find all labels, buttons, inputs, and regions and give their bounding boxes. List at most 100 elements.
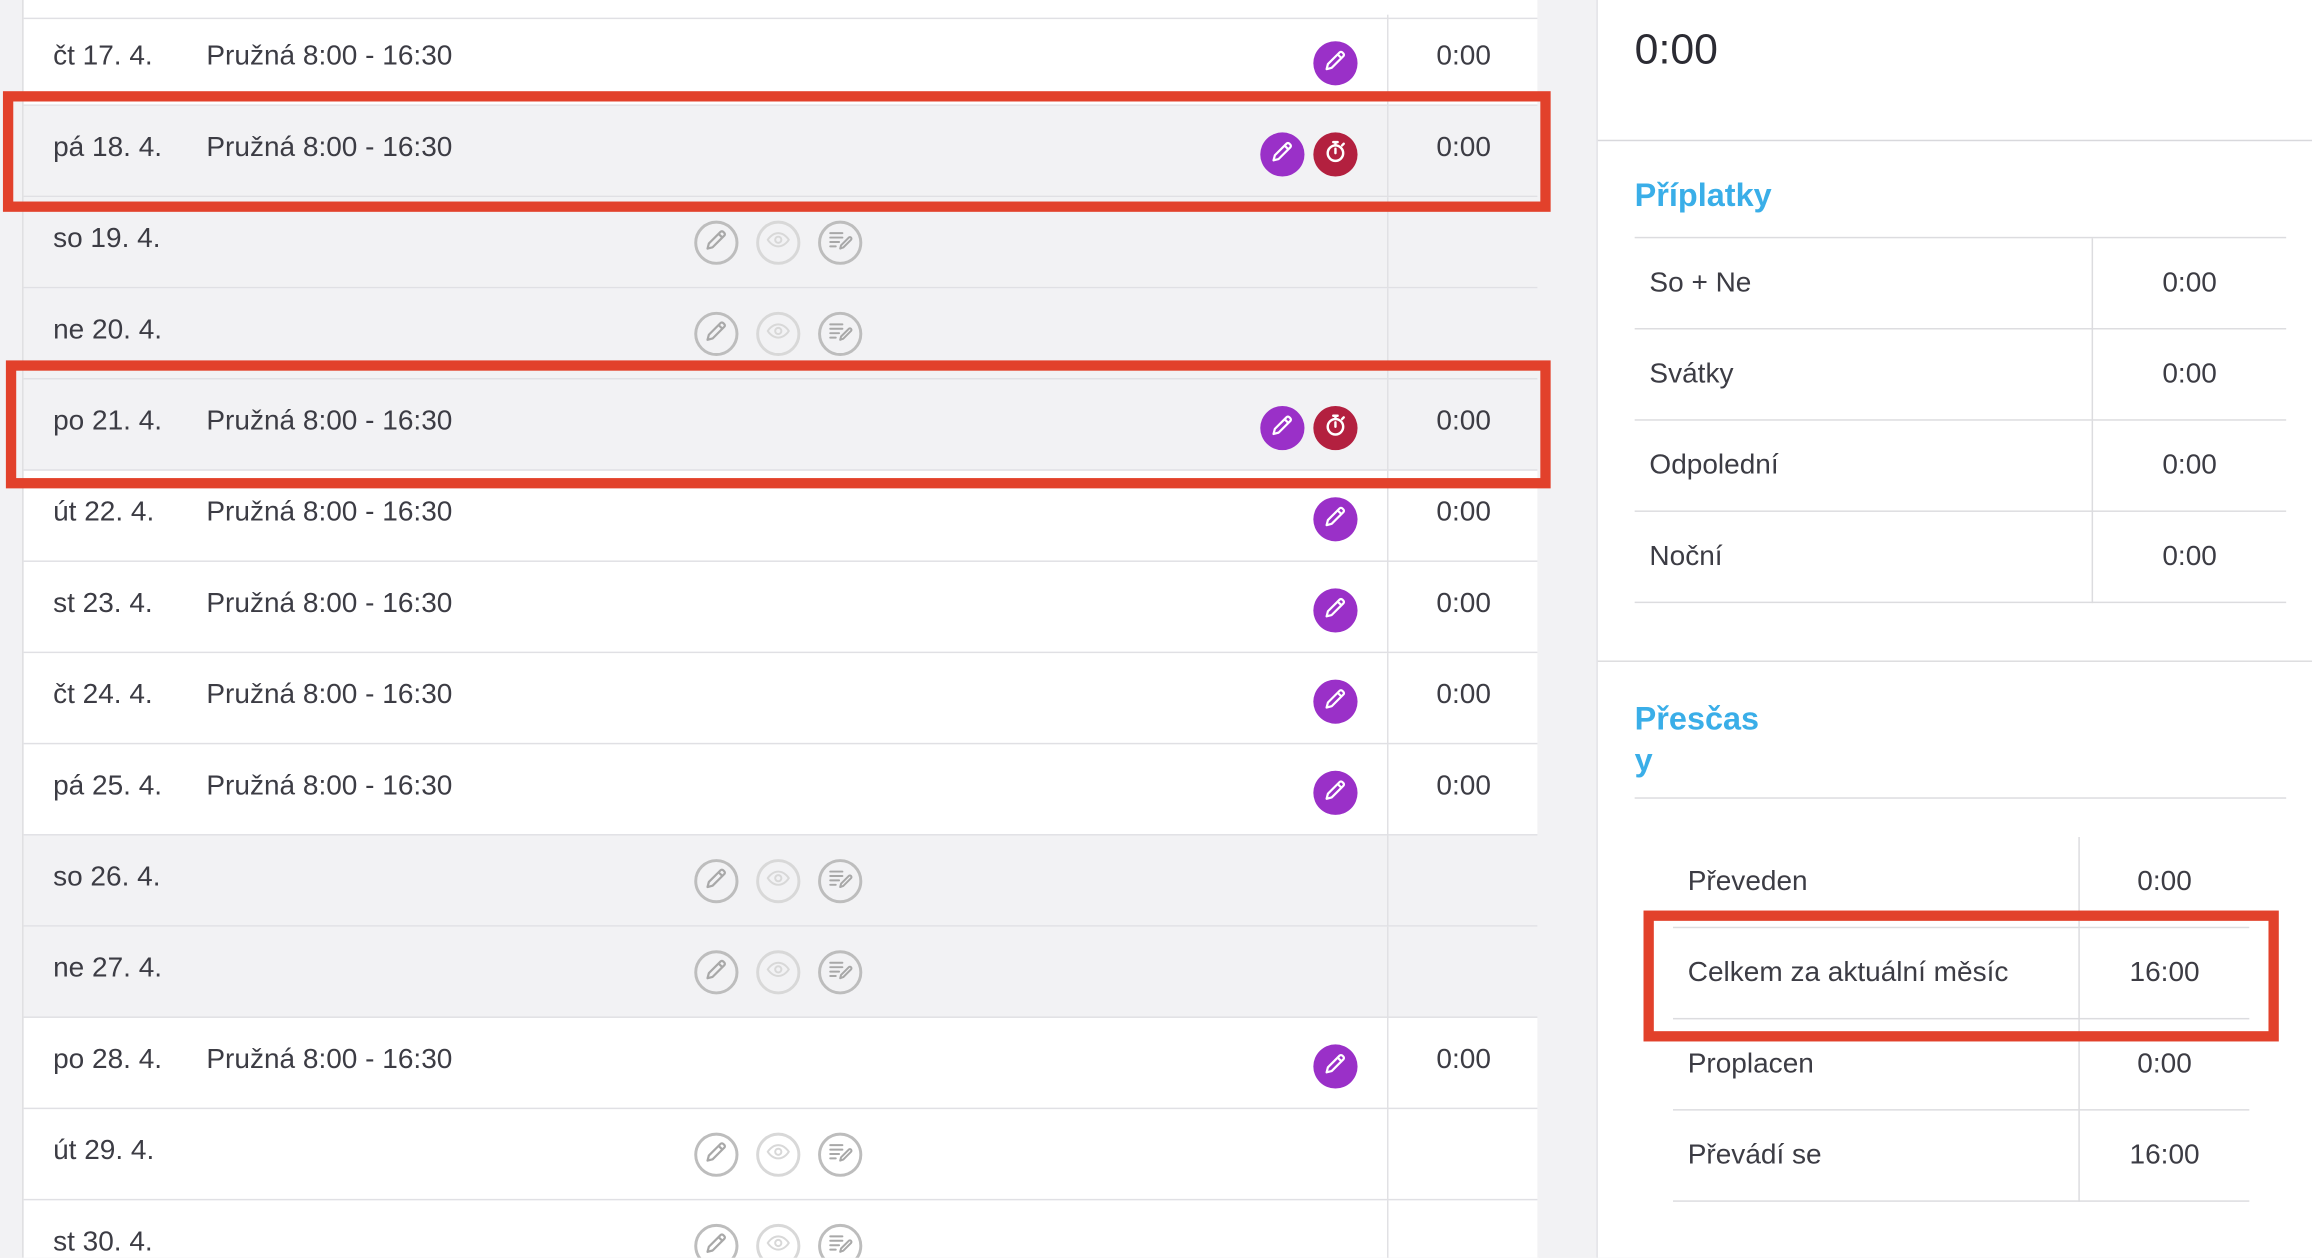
- note-button[interactable]: [818, 1132, 863, 1177]
- priplatky-label: So + Ne: [1649, 267, 1752, 299]
- row-date: po 21. 4.: [53, 405, 163, 437]
- note-button[interactable]: [818, 220, 863, 265]
- prescasy-value: 16:00: [2078, 1110, 2249, 1202]
- note-icon: [827, 1138, 854, 1172]
- edit-button[interactable]: [694, 1132, 739, 1177]
- prescasy-label: Převádí se: [1687, 1140, 1822, 1171]
- table-row: st 30. 4.: [24, 1200, 1539, 1258]
- prescasy-label: Proplacen: [1687, 1048, 1814, 1080]
- row-date: út 29. 4.: [53, 1135, 155, 1167]
- view-button[interactable]: [756, 220, 801, 265]
- pencil-icon: [703, 226, 730, 260]
- note-icon: [827, 864, 854, 898]
- note-icon: [827, 317, 854, 351]
- table-row: čt 24. 4. Pružná 8:00 - 16:30 0:00: [23, 653, 1539, 745]
- table-row: so 19. 4.: [23, 197, 1539, 289]
- edit-button[interactable]: [1313, 588, 1358, 633]
- row-date: pá 18. 4.: [53, 132, 163, 164]
- pencil-icon: [703, 317, 730, 351]
- eye-icon: [765, 1229, 792, 1258]
- edit-button[interactable]: [1313, 679, 1358, 724]
- row-time: [1387, 926, 1539, 1018]
- priplatky-value: 0:00: [2091, 329, 2287, 421]
- edit-button[interactable]: [1260, 132, 1305, 177]
- table-row: pá 25. 4. Pružná 8:00 - 16:30 0:00: [23, 744, 1539, 836]
- eye-icon: [765, 1138, 792, 1172]
- table-row: so 26. 4.: [23, 835, 1539, 927]
- row-date: čt 24. 4.: [53, 679, 153, 711]
- eye-icon: [765, 226, 792, 260]
- row-time: 0:00: [1387, 105, 1539, 198]
- pencil-icon: [1322, 685, 1349, 719]
- row-date: pá 25. 4.: [53, 770, 163, 802]
- edit-button[interactable]: [694, 859, 739, 904]
- note-button[interactable]: [818, 1223, 863, 1258]
- stopwatch-icon: [1322, 411, 1349, 445]
- eye-icon: [765, 955, 792, 989]
- table-row: po 21. 4. Pružná 8:00 - 16:30 0:00: [23, 379, 1539, 471]
- row-shift: Pružná 8:00 - 16:30: [206, 1044, 453, 1076]
- row-time: 0:00: [1387, 653, 1539, 745]
- pencil-icon: [703, 955, 730, 989]
- priplatky-value: 0:00: [2091, 420, 2287, 512]
- row-time: 0:00: [1387, 14, 1539, 106]
- edit-button[interactable]: [1313, 1044, 1358, 1089]
- table-row: st 23. 4. Pružná 8:00 - 16:30 0:00: [23, 561, 1539, 654]
- priplatky-value: 0:00: [2091, 511, 2287, 604]
- edit-button[interactable]: [694, 311, 739, 356]
- row-date: ne 20. 4.: [53, 314, 163, 346]
- note-icon: [827, 1229, 854, 1258]
- row-time: [1387, 1200, 1539, 1258]
- edit-button[interactable]: [1260, 405, 1305, 451]
- note-button[interactable]: [818, 859, 863, 904]
- row-time: [1387, 835, 1539, 927]
- priplatky-label: Noční: [1649, 541, 1723, 573]
- note-button[interactable]: [818, 311, 863, 356]
- prescasy-row: Proplacen 0:00: [1672, 1019, 2250, 1111]
- priplatky-value: 0:00: [2091, 238, 2287, 330]
- edit-button[interactable]: [1313, 770, 1358, 815]
- view-button[interactable]: [756, 1223, 801, 1258]
- edit-button[interactable]: [694, 220, 739, 265]
- edit-button[interactable]: [694, 1223, 739, 1258]
- prescasy-title-line2: y: [1634, 741, 1653, 779]
- row-time: 0:00: [1387, 470, 1539, 562]
- prescasy-title-line1: Přesčas: [1634, 700, 1760, 737]
- row-date: út 22. 4.: [53, 497, 155, 529]
- priplatky-table: So + Ne 0:00 Svátky 0:00 Odpolední 0:00 Noční 0…: [1634, 238, 2287, 604]
- view-button[interactable]: [756, 311, 801, 356]
- eye-icon: [765, 864, 792, 898]
- stopwatch-button[interactable]: [1313, 132, 1358, 177]
- view-button[interactable]: [756, 950, 801, 995]
- note-button[interactable]: [818, 950, 863, 995]
- priplatky-row: Svátky 0:00: [1634, 329, 2287, 421]
- edit-button[interactable]: [1313, 41, 1358, 86]
- prescasy-label: Převeden: [1687, 866, 1808, 898]
- prescasy-row: Celkem za aktuální měsíc 16:00: [1672, 928, 2250, 1020]
- timesheet-table: čt 17. 4. Pružná 8:00 - 16:30 0:00 pá 18. 4…: [22, 0, 1541, 1258]
- prescasy-value: 0:00: [2078, 836, 2249, 929]
- row-date: po 28. 4.: [53, 1044, 163, 1076]
- row-time: 0:00: [1387, 379, 1539, 471]
- row-shift: Pružná 8:00 - 16:30: [206, 588, 453, 620]
- row-shift: Pružná 8:00 - 16:30: [206, 770, 453, 802]
- pencil-icon: [1269, 138, 1296, 172]
- pencil-icon: [1322, 776, 1349, 810]
- column-gap: [1537, 0, 1597, 1258]
- edit-button[interactable]: [1313, 497, 1358, 542]
- prescasy-row: Převádí se 16:00: [1672, 1110, 2250, 1202]
- view-button[interactable]: [756, 1132, 801, 1177]
- total-value: 0:00: [1634, 26, 1718, 74]
- view-button[interactable]: [756, 859, 801, 904]
- note-icon: [827, 955, 854, 989]
- pencil-icon: [1322, 502, 1349, 536]
- stopwatch-button[interactable]: [1313, 405, 1358, 451]
- pencil-icon: [703, 864, 730, 898]
- table-row: út 22. 4. Pružná 8:00 - 16:30 0:00: [23, 470, 1539, 562]
- stopwatch-icon: [1322, 138, 1349, 172]
- table-row: pá 18. 4. Pružná 8:00 - 16:30 0:00: [23, 105, 1539, 198]
- edit-button[interactable]: [694, 950, 739, 995]
- row-date: st 23. 4.: [53, 588, 153, 620]
- row-shift: Pružná 8:00 - 16:30: [206, 41, 453, 73]
- row-time: [1387, 1109, 1539, 1201]
